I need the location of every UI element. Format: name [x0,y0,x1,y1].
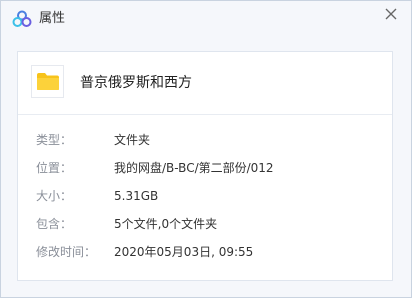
property-value: 2020年05月03日, 09:55 [114,245,254,259]
title-bar: 属性 [1,1,411,37]
property-value: 文件夹 [114,133,151,147]
property-label: 包含： [36,217,73,231]
close-icon [385,8,397,20]
cloud-logo-icon [12,10,32,28]
close-button[interactable] [383,6,399,22]
property-value: 5.31GB [114,189,159,203]
dialog-title: 属性 [39,11,66,26]
property-row-location: 位置： 我的网盘/B-BC/第二部份/012 [18,158,392,178]
properties-card: 普京俄罗斯和西方 类型： 文件夹 位置： 我的网盘/B-BC/第二部份/012 … [17,51,393,281]
property-row-size: 大小： 5.31GB [18,186,392,206]
property-row-type: 类型： 文件夹 [18,130,392,150]
property-value: 5个文件,0个文件夹 [114,217,218,231]
property-row-contains: 包含： 5个文件,0个文件夹 [18,214,392,234]
property-label: 类型： [36,133,73,147]
folder-thumbnail [31,65,64,98]
property-label: 大小： [36,189,73,203]
property-label: 修改时间： [36,245,97,259]
folder-icon [37,73,59,90]
properties-dialog: 属性 普京俄罗斯和西方 类型： 文件夹 位置： 我的网盘/B-BC/第二部份/0… [0,0,412,298]
property-value: 我的网盘/B-BC/第二部份/012 [114,161,274,175]
property-row-modified: 修改时间： 2020年05月03日, 09:55 [18,242,392,262]
property-label: 位置： [36,161,73,175]
file-name: 普京俄罗斯和西方 [80,75,192,91]
file-header: 普京俄罗斯和西方 [18,52,392,115]
